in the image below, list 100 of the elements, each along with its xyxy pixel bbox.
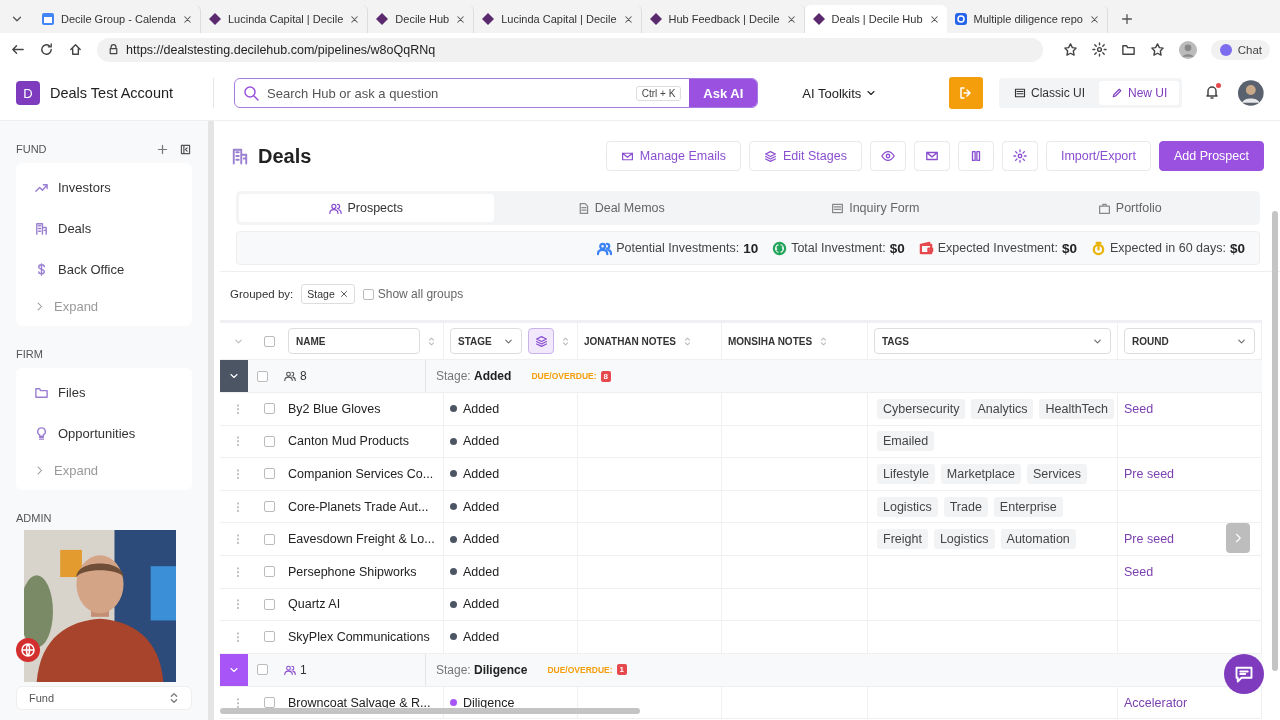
group-chip[interactable]: Stage [301,284,355,304]
checkbox[interactable] [263,335,275,347]
toolbar-button[interactable]: Import/Export [1045,141,1151,171]
scrollbar[interactable] [1272,211,1278,671]
eye-icon [880,149,895,163]
section-title: FUND [16,143,47,155]
back-icon [10,42,25,57]
page-tab[interactable]: Prospects [239,194,494,222]
page-tab[interactable]: Inquiry Form [748,194,1003,222]
page-tab[interactable]: Deal Memos [493,194,748,222]
close-icon [455,13,467,25]
users-icon [284,370,296,382]
column-header: JONATHAN NOTES [584,335,677,347]
close-icon [622,13,634,25]
sidebar-item[interactable]: Opportunities [16,413,192,454]
tag: Trade [943,496,988,517]
remove-icon [338,289,349,299]
group-count: 8 [300,369,307,383]
column-filter[interactable]: TAGS [874,328,1111,354]
checkbox[interactable] [263,403,275,415]
stage-text: Added [463,532,500,547]
stage-text: Added [463,629,500,644]
deal-name[interactable]: Companion Services Co... [288,467,434,481]
icon-button[interactable] [957,141,994,171]
chat-button[interactable]: Chat [1210,39,1270,60]
close-icon [785,13,797,25]
tag: Logistics [933,529,995,550]
deal-name[interactable]: By2 Blue Gloves [288,401,381,416]
sort-icon [560,335,571,347]
sidebar-item[interactable]: Back Office [16,249,192,290]
group-stage: Stage: Diligence [436,662,528,677]
search-field[interactable]: Search Hub or ask a question Ctrl + K Ask AI [234,78,759,108]
users-icon [284,663,296,676]
icon-button[interactable] [913,141,950,171]
chat-button[interactable] [1224,654,1264,694]
stat-label: Potential Investments: [616,241,740,255]
scrollbar[interactable] [220,708,640,714]
checkbox[interactable] [263,468,275,480]
deal-name[interactable]: Eavesdown Freight & Lo... [288,532,435,547]
globe-icon [20,642,36,658]
icon-button[interactable] [1001,141,1038,171]
sidebar-item[interactable]: Deals [16,208,192,249]
sidebar-item[interactable]: Investors [16,167,192,208]
plus-icon[interactable] [156,142,169,156]
tag: Services [1026,464,1087,484]
bell-icon[interactable] [1204,83,1221,100]
checkbox[interactable] [263,631,275,643]
exit-button[interactable] [949,77,983,109]
view-toggle[interactable]: New UI [1099,81,1180,105]
diamond-icon [207,12,222,26]
round-text: Seed [1124,401,1154,416]
deal-name[interactable]: Browncoat Salvage & R... [288,695,431,710]
deal-name[interactable]: Core-Planets Trade Aut... [288,499,429,514]
column-filter[interactable]: ROUND [1124,328,1255,354]
building-icon [34,221,49,236]
checkbox[interactable] [263,533,275,545]
deal-name[interactable]: SkyPlex Communications [288,629,430,644]
user-avatar[interactable] [1238,80,1264,106]
toolbar-button[interactable]: Edit Stages [749,141,862,171]
deal-name[interactable]: Quartz AI [288,597,341,612]
tag: Cybersecurity [877,398,966,419]
checkbox[interactable] [263,501,275,513]
tag: Marketplace [940,464,1021,484]
bulb-icon [34,426,49,441]
ask-ai-button[interactable]: Ask AI [689,79,758,107]
due-count: 8 [600,370,611,382]
scroll-right-button[interactable] [1226,523,1250,553]
checkbox[interactable] [256,664,268,676]
view-toggle[interactable]: Classic UI [1002,81,1098,105]
collapse-sidebar-icon[interactable] [179,142,192,156]
column-filter[interactable]: STAGE [450,328,522,354]
sidebar-item[interactable]: Files [16,372,192,413]
search-icon [243,85,260,101]
checkbox[interactable] [263,435,275,447]
tag: Analytics [971,398,1034,419]
browser-tab[interactable]: Deals | Decile Hub [804,5,947,33]
group-toggle[interactable] [220,653,248,686]
page-tab[interactable]: Portfolio [1002,194,1257,222]
deal-name[interactable]: Canton Mud Products [288,434,409,449]
icon-button[interactable] [869,141,906,171]
checkbox[interactable] [263,697,275,709]
close-icon [349,13,361,25]
stage-text: Added [463,434,500,449]
checkbox[interactable] [256,370,268,382]
column-filter[interactable]: NAME [288,328,420,354]
toolkits-menu[interactable]: AI Toolkits [796,84,884,102]
stage-text: Added [463,499,500,514]
checkbox[interactable] [263,566,275,578]
deal-name[interactable]: Persephone Shipworks [288,564,417,579]
group-toggle[interactable] [220,360,248,392]
checkbox[interactable] [362,288,374,300]
fund-selector[interactable]: Fund [16,686,192,710]
profile-avatar[interactable] [1178,40,1197,59]
sort-icon [426,335,437,347]
checkbox[interactable] [263,598,275,610]
address-bar[interactable]: https://dealstesting.decilehub.com/pipelines/w8oQqRNq [97,37,1043,62]
stage-text: Diligence [463,695,515,710]
toolbar-button[interactable]: Manage Emails [605,141,741,171]
add-button[interactable]: Add Prospect [1158,141,1264,171]
layers-button[interactable] [528,328,554,354]
